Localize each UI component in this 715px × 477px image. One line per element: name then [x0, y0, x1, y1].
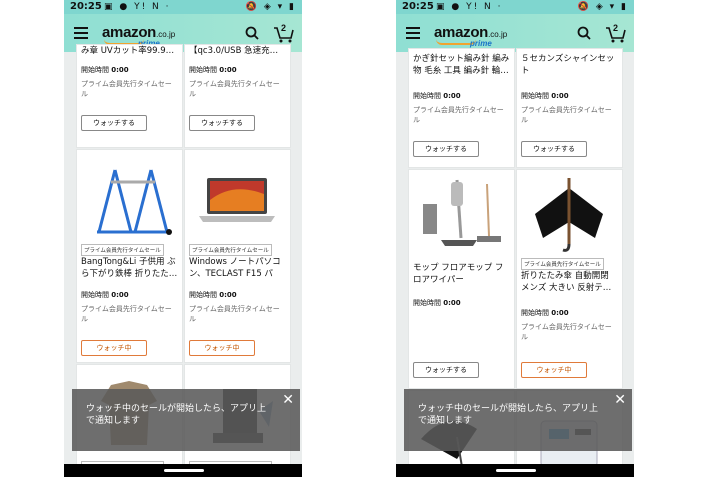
status-bar: 20:25 ▣ ● Y! N · 🔕 ◈ ▾ ▮ [64, 0, 302, 14]
start-label: 開始時間 [189, 66, 217, 74]
status-time: 20:25 [70, 1, 102, 12]
start-label: 開始時間 [189, 291, 217, 299]
logo-tld: .co.jp [156, 30, 176, 39]
watching-button[interactable]: ウォッチ中 [521, 362, 587, 378]
sale-badge: プライム会員先行タイムセール [189, 244, 272, 256]
app-header: amazon.co.jp prime 2 [396, 14, 634, 52]
product-card[interactable]: プライム会員先行タイムセール 折りたたみ傘 自動開閉 メンズ 大きい 反射テ… … [516, 169, 623, 389]
watch-button[interactable]: ウォッチする [189, 115, 255, 131]
home-indicator[interactable] [496, 469, 536, 472]
close-icon[interactable]: ✕ [282, 393, 294, 407]
product-title[interactable]: 【qc3.0/USB 急速充… [189, 45, 286, 57]
toast-message: ウォッチ中のセールが開始したら、アプリ上で通知します [418, 404, 599, 426]
cart-count: 2 [281, 23, 287, 33]
sale-note: プライム会員先行タイムセール [81, 80, 172, 98]
cart-icon[interactable]: 2 [273, 23, 295, 44]
sale-badge: プライム会員先行タイムセール [81, 244, 164, 256]
start-label: 開始時間 [521, 92, 549, 100]
product-image[interactable] [85, 160, 173, 240]
status-time: 20:25 [402, 1, 434, 12]
notification-toast: ウォッチ中のセールが開始したら、アプリ上で通知します ✕ [404, 389, 632, 451]
menu-icon[interactable] [406, 27, 420, 39]
status-bar: 20:25 ▣ ● Y! N · 🔕 ◈ ▾ ▮ [396, 0, 634, 14]
sale-note: プライム会員先行タイムセール [521, 106, 612, 124]
product-title[interactable]: 折りたたみ傘 自動開閉 メンズ 大きい 反射テ… [521, 270, 618, 294]
watch-button[interactable]: ウォッチする [413, 141, 479, 157]
start-time-value: 0:00 [443, 299, 461, 307]
sale-note: プライム会員先行タイムセール [413, 106, 504, 124]
logo-prime: prime [470, 39, 492, 48]
search-icon[interactable] [577, 26, 591, 40]
product-title[interactable]: み章 UVカット率99.9… [81, 45, 178, 57]
search-icon[interactable] [245, 26, 259, 40]
start-time: 開始時間 0:00 [189, 65, 237, 75]
start-time: 開始時間 0:00 [413, 91, 461, 101]
start-time: 開始時間 0:00 [189, 290, 237, 300]
sale-note: プライム会員先行タイムセール [189, 80, 280, 98]
watch-button[interactable]: ウォッチする [521, 141, 587, 157]
sale-note: プライム会員先行タイムセール [521, 323, 612, 341]
phone-screen-right: 20:25 ▣ ● Y! N · 🔕 ◈ ▾ ▮ amazon.co.jp pr… [396, 0, 634, 477]
watch-button[interactable]: ウォッチする [413, 362, 479, 378]
product-image[interactable] [525, 174, 613, 254]
start-label: 開始時間 [413, 299, 441, 307]
cart-count: 2 [613, 23, 619, 33]
start-time: 開始時間 0:00 [413, 298, 461, 308]
product-card[interactable]: プライム会員先行タイムセール BangTong&Li 子供用 ぶら下がり鉄棒 折… [76, 149, 183, 363]
notification-icons: ▣ ● Y! N · [436, 2, 503, 12]
menu-icon[interactable] [74, 27, 88, 39]
notification-toast: ウォッチ中のセールが開始したら、アプリ上で通知します ✕ [72, 389, 300, 451]
product-title[interactable]: BangTong&Li 子供用 ぶら下がり鉄棒 折りたた… [81, 256, 178, 280]
start-time: 開始時間 0:00 [81, 65, 129, 75]
system-icons: 🔕 ◈ ▾ ▮ [245, 2, 296, 12]
start-label: 開始時間 [521, 309, 549, 317]
product-title[interactable]: モップ フロアモップ フロアワイパー 「640ml… [413, 262, 510, 286]
cart-icon[interactable]: 2 [605, 23, 627, 44]
product-card[interactable]: プライム会員先行タイムセール Windows ノートパソコン、TECLAST F… [184, 149, 291, 363]
product-card[interactable]: 【qc3.0/USB 急速充… 開始時間 0:00 プライム会員先行タイムセール… [184, 44, 291, 148]
start-time: 開始時間 0:00 [81, 290, 129, 300]
sale-note: プライム会員先行タイムセール [189, 305, 280, 323]
product-title[interactable]: かぎ針セット編み針 編み物 毛糸 工具 編み針 輪… [413, 53, 510, 77]
product-card[interactable]: み章 UVカット率99.9… 開始時間 0:00 プライム会員先行タイムセール … [76, 44, 183, 148]
logo-tld: .co.jp [488, 30, 508, 39]
amazon-prime-logo[interactable]: amazon.co.jp prime [434, 22, 514, 50]
product-image[interactable] [417, 174, 505, 254]
watch-button[interactable]: ウォッチする [81, 115, 147, 131]
toast-message: ウォッチ中のセールが開始したら、アプリ上で通知します [86, 404, 267, 426]
phone-screen-left: 20:25 ▣ ● Y! N · 🔕 ◈ ▾ ▮ amazon.co.jp pr… [64, 0, 302, 477]
close-icon[interactable]: ✕ [614, 393, 626, 407]
system-icons: 🔕 ◈ ▾ ▮ [577, 2, 628, 12]
product-title[interactable]: ５セカンズシャインセット [521, 53, 618, 77]
start-time-value: 0:00 [443, 92, 461, 100]
sale-note: プライム会員先行タイムセール [81, 305, 172, 323]
start-time: 開始時間 0:00 [521, 308, 569, 318]
start-time-value: 0:00 [219, 291, 237, 299]
product-image[interactable] [193, 160, 281, 240]
watching-button[interactable]: ウォッチ中 [189, 340, 255, 356]
product-card[interactable]: モップ フロアモップ フロアワイパー 「640ml… 開始時間 0:00 ウォッ… [408, 169, 515, 389]
watching-button[interactable]: ウォッチ中 [81, 340, 147, 356]
product-title[interactable]: Windows ノートパソコン、TECLAST F15 パソ… [189, 256, 286, 280]
notification-icons: ▣ ● Y! N · [104, 2, 171, 12]
gesture-nav-bar [396, 464, 634, 477]
product-card[interactable]: かぎ針セット編み針 編み物 毛糸 工具 編み針 輪… 開始時間 0:00 プライ… [408, 48, 515, 168]
start-time-value: 0:00 [111, 66, 129, 74]
gesture-nav-bar [64, 464, 302, 477]
start-label: 開始時間 [413, 92, 441, 100]
start-time-value: 0:00 [551, 92, 569, 100]
start-label: 開始時間 [81, 66, 109, 74]
start-label: 開始時間 [81, 291, 109, 299]
start-time-value: 0:00 [111, 291, 129, 299]
home-indicator[interactable] [164, 469, 204, 472]
sale-badge: プライム会員先行タイムセール [521, 258, 604, 270]
start-time: 開始時間 0:00 [521, 91, 569, 101]
product-card[interactable]: ５セカンズシャインセット 開始時間 0:00 プライム会員先行タイムセール ウォ… [516, 48, 623, 168]
start-time-value: 0:00 [219, 66, 237, 74]
start-time-value: 0:00 [551, 309, 569, 317]
